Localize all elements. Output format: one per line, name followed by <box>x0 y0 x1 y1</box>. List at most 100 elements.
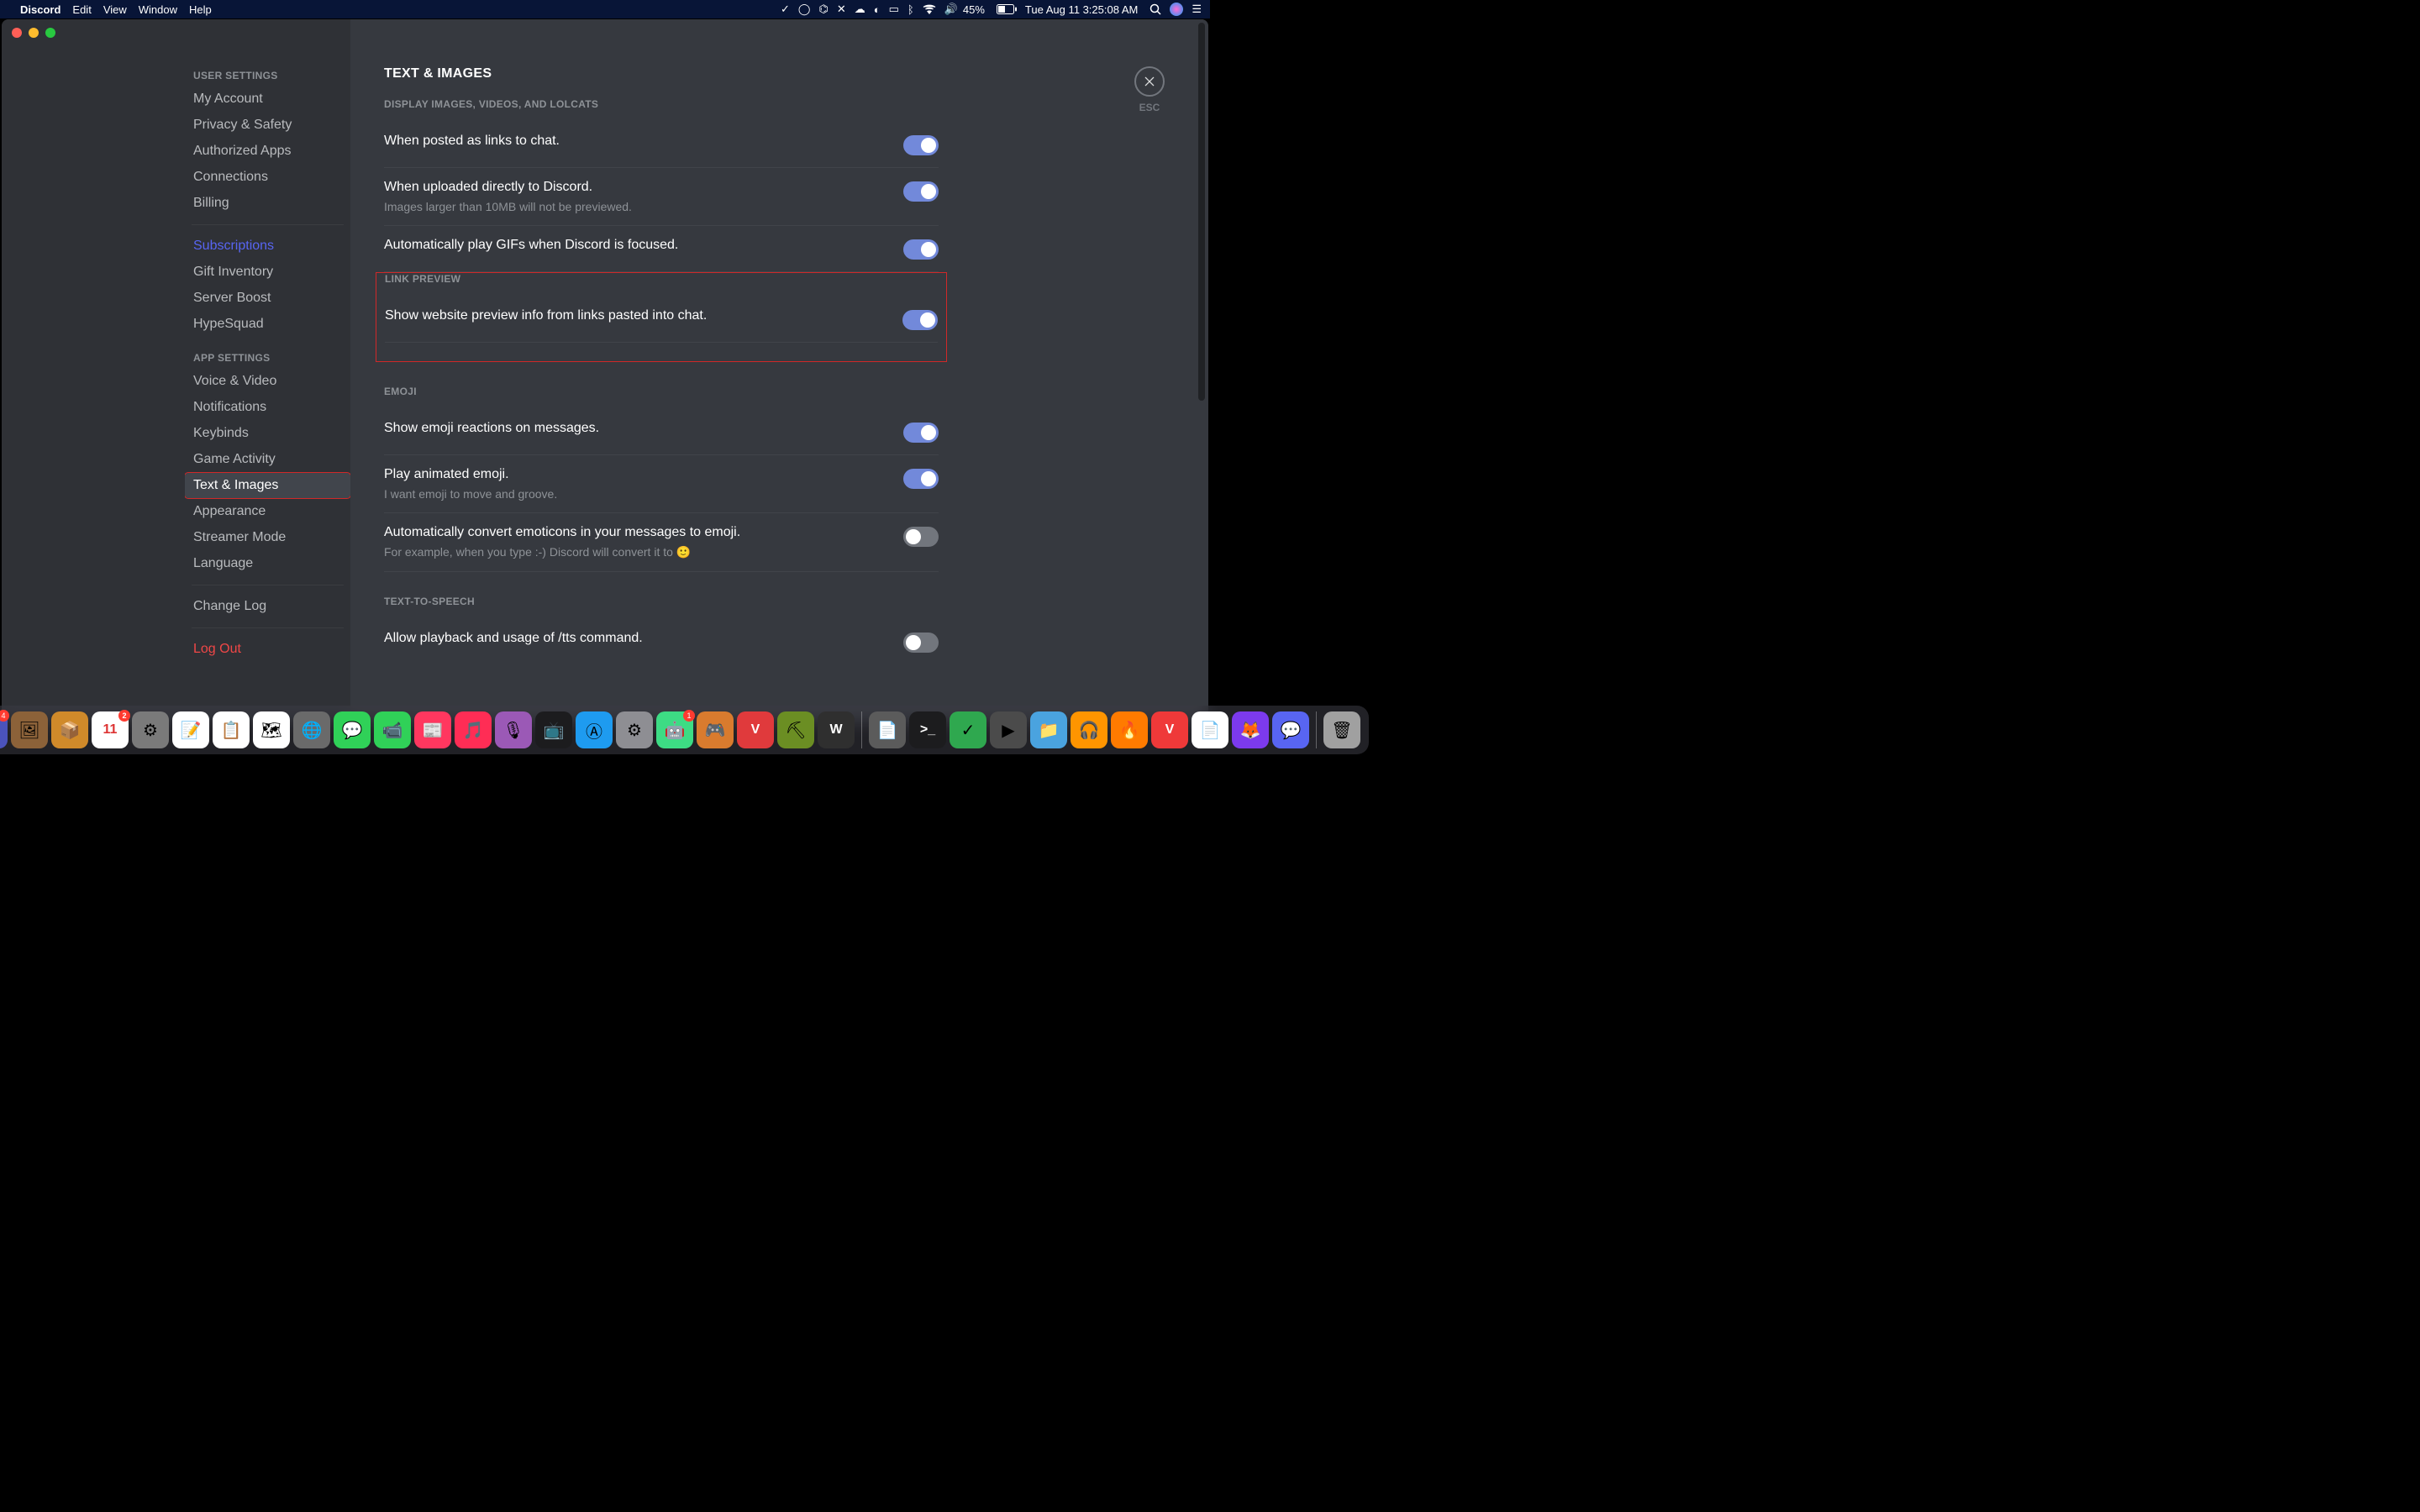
sidebar-item-connections[interactable]: Connections <box>185 165 350 190</box>
toggle-animated-emoji[interactable] <box>903 469 939 489</box>
dock-icon-teams[interactable]: 👥4 <box>0 711 8 748</box>
dock-icon-blaze[interactable]: 🔥 <box>1111 711 1148 748</box>
status-icon[interactable]: ◐ <box>874 3 881 16</box>
battery-icon[interactable] <box>997 4 1017 14</box>
toggle-uploaded-directly[interactable] <box>903 181 939 202</box>
menu-edit[interactable]: Edit <box>72 3 91 16</box>
dock-icon-sublime[interactable]: ▶ <box>990 711 1027 748</box>
sidebar-item-my-account[interactable]: My Account <box>185 87 350 112</box>
dock-icon-facetime[interactable]: 📹 <box>374 711 411 748</box>
toggle-emoji-reactions[interactable] <box>903 423 939 443</box>
window-minimize-button[interactable] <box>29 28 39 38</box>
dock-icon-vivaldi[interactable]: V <box>1151 711 1188 748</box>
setting-desc: For example, when you type :-) Discord w… <box>384 545 886 559</box>
sidebar-item-keybinds[interactable]: Keybinds <box>185 421 350 446</box>
dock-icon-waterfox[interactable]: W <box>818 711 855 748</box>
dock-icon-folder[interactable]: 📁 <box>1030 711 1067 748</box>
dock-icon-checkmark[interactable]: ✓ <box>950 711 986 748</box>
airplay-icon[interactable]: ▭ <box>889 3 899 16</box>
dock-icon-discord[interactable]: 💬 <box>1272 711 1309 748</box>
status-icon[interactable]: ✕ <box>837 3 846 16</box>
dock-icon-messages[interactable]: 💬 <box>334 711 371 748</box>
sidebar-item-billing[interactable]: Billing <box>185 191 350 216</box>
sidebar-item-gift-inventory[interactable]: Gift Inventory <box>185 260 350 285</box>
sidebar-item-change-log[interactable]: Change Log <box>185 594 350 619</box>
dock-icon-podcasts2[interactable]: 🎧 <box>1071 711 1107 748</box>
dock-icon-news[interactable]: 📰 <box>414 711 451 748</box>
scrollbar-thumb[interactable] <box>1198 23 1205 401</box>
setting-desc: I want emoji to move and groove. <box>384 487 886 501</box>
setting-title: Automatically play GIFs when Discord is … <box>384 238 886 253</box>
sidebar-item-server-boost[interactable]: Server Boost <box>185 286 350 311</box>
window-maximize-button[interactable] <box>45 28 55 38</box>
spotlight-icon[interactable] <box>1150 3 1161 15</box>
menubar-clock[interactable]: Tue Aug 11 3:25:08 AM <box>1025 3 1138 16</box>
bluetooth-icon[interactable]: ᛒ <box>908 3 914 16</box>
status-icon[interactable]: ◯ <box>798 3 811 16</box>
sidebar-item-subscriptions[interactable]: Subscriptions <box>185 234 350 259</box>
sidebar-item-appearance[interactable]: Appearance <box>185 499 350 524</box>
sidebar-item-text-images[interactable]: Text & Images <box>185 473 350 498</box>
toggle-posted-as-links[interactable] <box>903 135 939 155</box>
dock-icon-valorant[interactable]: V <box>737 711 774 748</box>
menu-help[interactable]: Help <box>189 3 212 16</box>
dock-icon-preview[interactable]: 🖼 <box>11 711 48 748</box>
window-close-button[interactable] <box>12 28 22 38</box>
toggle-tts-playback[interactable] <box>903 633 939 653</box>
status-icon[interactable]: ⌬ <box>818 3 828 16</box>
dock-icon-tv[interactable]: 📺 <box>535 711 572 748</box>
macos-dock: 🙂🧭🧭👥4🖼📦112⚙📝📋🗺🌐💬📹📰🎵🎙📺Ⓐ⚙🤖1🎮V⛏W 📄>_✓▶📁🎧🔥V📄… <box>0 706 1369 754</box>
menubar-app-name[interactable]: Discord <box>20 3 60 16</box>
close-settings-button[interactable] <box>1134 66 1165 97</box>
dock-icon-calendar[interactable]: 112 <box>92 711 129 748</box>
dock-icon-terminal[interactable]: >_ <box>909 711 946 748</box>
dock-icon-game1[interactable]: 🎮 <box>697 711 734 748</box>
page-title: TEXT & IMAGES <box>384 66 939 81</box>
section-header-tts: TEXT-TO-SPEECH <box>384 596 939 607</box>
dock-icon-winbox[interactable]: 📦 <box>51 711 88 748</box>
content-scrollbar[interactable] <box>1198 19 1205 722</box>
dock-icon-reminders[interactable]: 📋 <box>213 711 250 748</box>
setting-animated-emoji: Play animated emoji. I want emoji to mov… <box>384 455 939 513</box>
sidebar-item-authorized-apps[interactable]: Authorized Apps <box>185 139 350 164</box>
dock-icon-music[interactable]: 🎵 <box>455 711 492 748</box>
siri-icon[interactable] <box>1170 3 1183 16</box>
toggle-autoplay-gifs[interactable] <box>903 239 939 260</box>
dock-icon-globe[interactable]: 🌐 <box>293 711 330 748</box>
sidebar-item-hypesquad[interactable]: HypeSquad <box>185 312 350 337</box>
settings-sidebar: USER SETTINGS My Account Privacy & Safet… <box>185 19 350 722</box>
cloud-icon[interactable]: ☁︎ <box>855 3 865 16</box>
sidebar-item-notifications[interactable]: Notifications <box>185 395 350 420</box>
dock-icon-minecraft[interactable]: ⛏ <box>777 711 814 748</box>
dock-icon-shortcuts[interactable]: ⚙ <box>132 711 169 748</box>
dock-icon-trash[interactable]: 🗑 <box>1323 711 1360 748</box>
dock-icon-maps[interactable]: 🗺 <box>253 711 290 748</box>
setting-autoplay-gifs: Automatically play GIFs when Discord is … <box>384 226 939 272</box>
toggle-convert-emoticons[interactable] <box>903 527 939 547</box>
sidebar-item-game-activity[interactable]: Game Activity <box>185 447 350 472</box>
sidebar-item-logout[interactable]: Log Out <box>185 637 350 662</box>
dock-icon-notes[interactable]: 📝 <box>172 711 209 748</box>
control-center-icon[interactable]: ☰ <box>1192 3 1202 16</box>
setting-tts-playback: Allow playback and usage of /tts command… <box>384 619 939 664</box>
dock-separator <box>861 711 862 748</box>
sidebar-item-voice-video[interactable]: Voice & Video <box>185 369 350 394</box>
dock-icon-podcasts[interactable]: 🎙 <box>495 711 532 748</box>
sidebar-item-streamer-mode[interactable]: Streamer Mode <box>185 525 350 550</box>
dock-icon-firefox[interactable]: 🦊 <box>1232 711 1269 748</box>
dock-icon-appstore[interactable]: Ⓐ <box>576 711 613 748</box>
toggle-link-preview[interactable] <box>902 310 938 330</box>
menu-view[interactable]: View <box>103 3 127 16</box>
status-icon[interactable]: ✓ <box>781 3 790 16</box>
setting-title: Show website preview info from links pas… <box>385 308 886 323</box>
wifi-icon[interactable] <box>923 4 936 14</box>
dock-icon-pages[interactable]: 📄 <box>869 711 906 748</box>
sidebar-item-privacy[interactable]: Privacy & Safety <box>185 113 350 138</box>
volume-icon[interactable]: 🔊 <box>944 3 958 16</box>
window-traffic-lights <box>12 28 55 38</box>
menu-window[interactable]: Window <box>139 3 177 16</box>
dock-icon-android[interactable]: 🤖1 <box>656 711 693 748</box>
dock-icon-textedit[interactable]: 📄 <box>1192 711 1228 748</box>
dock-icon-settings[interactable]: ⚙ <box>616 711 653 748</box>
sidebar-item-language[interactable]: Language <box>185 551 350 576</box>
